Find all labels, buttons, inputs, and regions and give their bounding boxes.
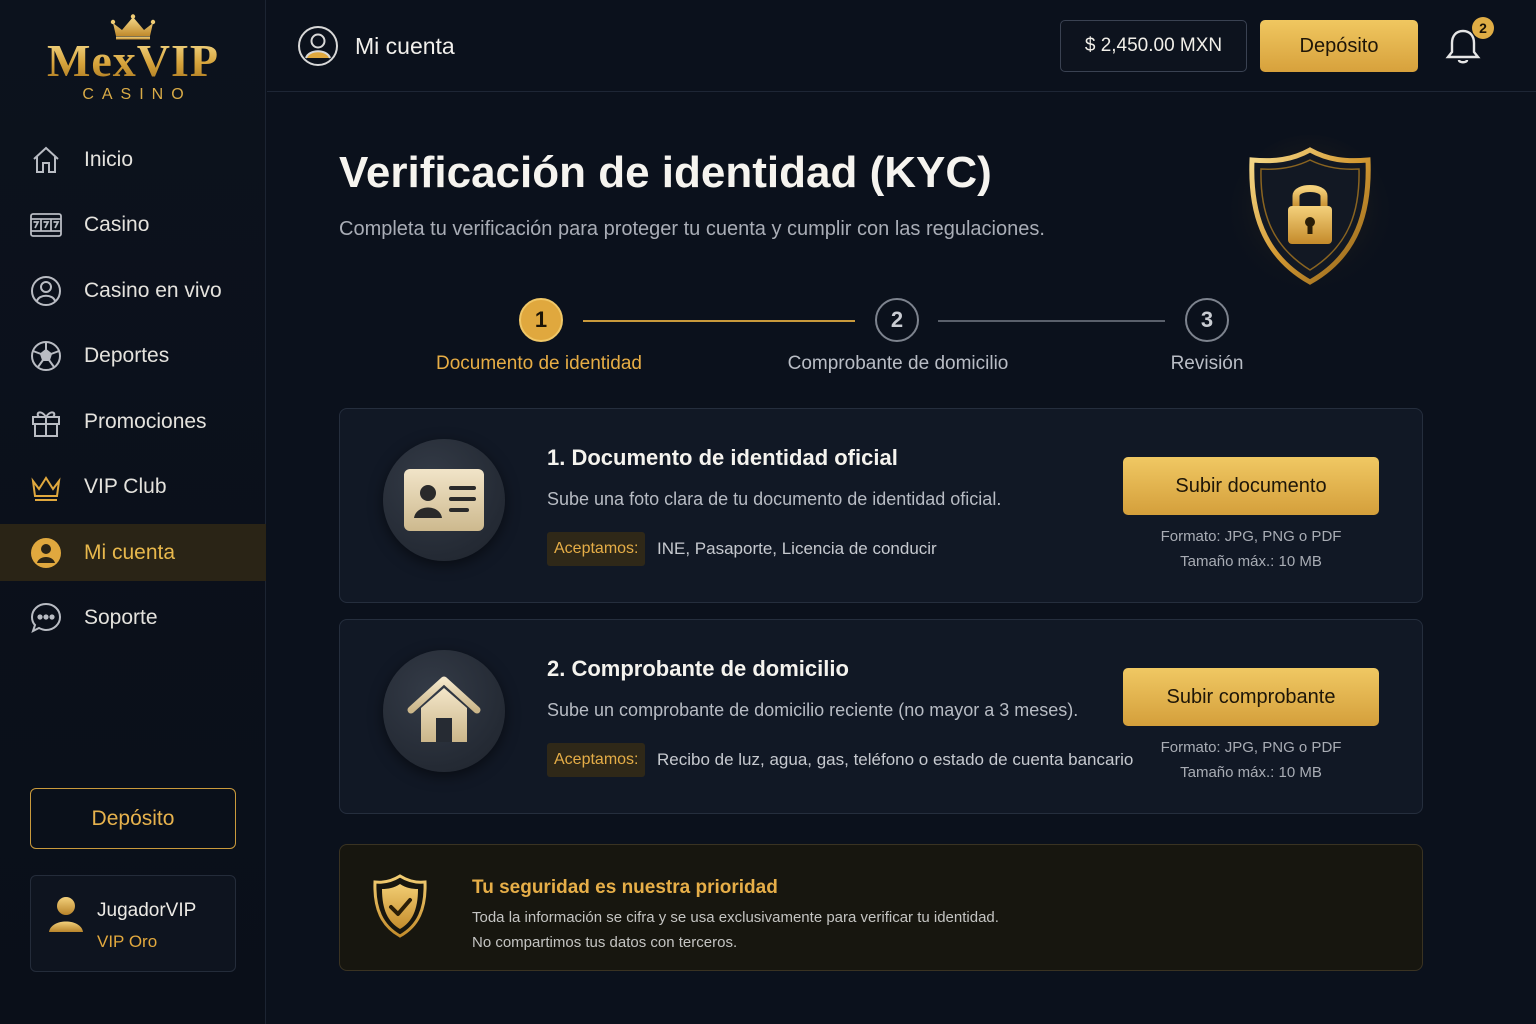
card-description: Sube un comprobante de domicilio recient… — [547, 700, 1079, 720]
sidebar-nav: Inicio Casino Casino en vivo Deportes Pr… — [0, 131, 266, 655]
file-format-info: Formato: JPG, PNG o PDF — [1160, 528, 1342, 545]
shield-lock-icon — [1230, 135, 1390, 295]
step-connector — [583, 320, 855, 322]
card-title: 2. Comprobante de domicilio — [547, 656, 849, 681]
file-format-info: Formato: JPG, PNG o PDF — [1160, 739, 1342, 756]
sidebar-item-inicio[interactable]: Inicio — [0, 131, 266, 188]
sidebar-item-label: Mi cuenta — [84, 540, 176, 564]
account-icon — [298, 26, 338, 66]
sidebar-item-label: Soporte — [84, 606, 158, 629]
balance-display[interactable]: $ 2,450.00 MXN — [1060, 20, 1247, 72]
gift-icon — [28, 404, 64, 440]
accepted-tag: Aceptamos: — [547, 743, 646, 777]
step-2-indicator[interactable]: 2 — [875, 298, 919, 342]
logo-subtitle: CASINO — [82, 86, 192, 103]
sidebar-item-label: VIP Club — [84, 475, 167, 498]
sidebar-item-casino-en-vivo[interactable]: Casino en vivo — [0, 262, 266, 319]
security-notice: Tu seguridad es nuestra prioridad Toda l… — [339, 844, 1423, 971]
upload-proof-button[interactable]: Subir comprobante — [1123, 668, 1379, 726]
deposit-button[interactable]: Depósito — [1260, 20, 1418, 72]
id-document-card: 1. Documento de identidad oficial Sube u… — [339, 408, 1423, 603]
username: JugadorVIP — [97, 900, 197, 921]
top-bar: Mi cuenta $ 2,450.00 MXN Depósito 2 — [267, 0, 1536, 92]
page-subtitle: Completa tu verificación para proteger t… — [339, 218, 1045, 240]
live-dealer-icon — [28, 273, 64, 309]
avatar — [49, 897, 83, 932]
card-description: Sube una foto clara de tu documento de i… — [547, 489, 1002, 509]
slot-machine-icon — [28, 207, 64, 243]
accepted-documents: Recibo de luz, agua, gas, teléfono o est… — [657, 750, 1134, 769]
step-1-indicator[interactable]: 1 — [519, 298, 563, 342]
logo-text: MexVIP — [0, 38, 266, 84]
sidebar-deposit-button[interactable]: Depósito — [30, 788, 236, 849]
security-text-line-1: Toda la información se cifra y se usa ex… — [472, 909, 999, 926]
security-title: Tu seguridad es nuestra prioridad — [472, 877, 778, 898]
step-3-indicator[interactable]: 3 — [1185, 298, 1229, 342]
sidebar-item-label: Promociones — [84, 409, 207, 433]
step-2-label: Comprobante de domicilio — [787, 353, 1009, 374]
sidebar-item-label: Deportes — [84, 344, 170, 367]
shield-check-icon — [373, 874, 427, 938]
vip-tier: VIP Oro — [97, 932, 158, 951]
chat-icon — [28, 600, 64, 636]
soccer-ball-icon — [28, 338, 64, 374]
user-profile-card[interactable]: JugadorVIP VIP Oro — [30, 875, 236, 972]
step-connector — [938, 320, 1165, 322]
sidebar-item-vip-club[interactable]: VIP Club — [0, 459, 266, 516]
sidebar-item-promociones[interactable]: Promociones — [0, 393, 266, 450]
sidebar-item-soporte[interactable]: Soporte — [0, 590, 266, 647]
crown-icon — [28, 469, 64, 505]
step-1-label: Documento de identidad — [436, 353, 642, 374]
page-header-title: Mi cuenta — [355, 33, 455, 59]
sidebar-item-label: Inicio — [84, 147, 134, 171]
upload-document-button[interactable]: Subir documento — [1123, 457, 1379, 515]
step-3-label: Revisión — [1170, 353, 1244, 374]
security-text-line-2: No compartimos tus datos con terceros. — [472, 934, 738, 951]
brand-logo[interactable]: MexVIP CASINO — [0, 14, 266, 104]
accepted-documents: INE, Pasaporte, Licencia de conducir — [657, 539, 937, 558]
sidebar-item-casino[interactable]: Casino — [0, 197, 266, 254]
proof-of-address-card: 2. Comprobante de domicilio Sube un comp… — [339, 619, 1423, 814]
home-icon — [28, 142, 64, 178]
file-size-info: Tamaño máx.: 10 MB — [1180, 764, 1322, 781]
sidebar-item-mi-cuenta[interactable]: Mi cuenta — [0, 524, 266, 581]
sidebar: MexVIP CASINO Inicio Casino Casino en vi… — [0, 0, 266, 1024]
user-icon — [28, 535, 64, 571]
notification-badge: 2 — [1472, 17, 1494, 39]
sidebar-item-label: Casino en vivo — [84, 278, 222, 302]
accepted-tag: Aceptamos: — [547, 532, 646, 566]
card-title: 1. Documento de identidad oficial — [547, 445, 898, 470]
sidebar-item-deportes[interactable]: Deportes — [0, 328, 266, 385]
sidebar-item-label: Casino — [84, 213, 150, 236]
page-title: Verificación de identidad (KYC) — [339, 148, 992, 197]
file-size-info: Tamaño máx.: 10 MB — [1180, 553, 1322, 570]
house-icon — [383, 650, 505, 772]
id-card-icon — [383, 439, 505, 561]
